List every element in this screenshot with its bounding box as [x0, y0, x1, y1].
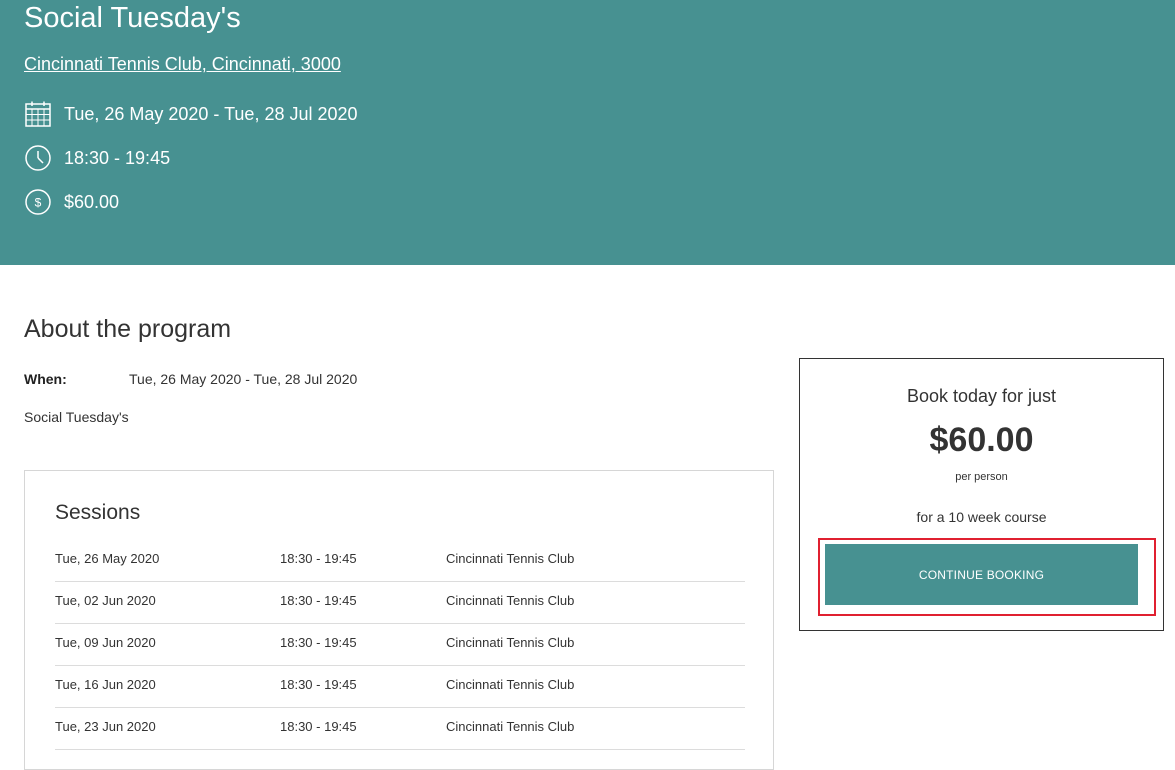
session-venue: Cincinnati Tennis Club	[446, 677, 575, 692]
program-title: Social Tuesday's	[24, 2, 241, 34]
when-label: When:	[24, 371, 67, 387]
session-date: Tue, 02 Jun 2020	[55, 593, 156, 608]
booking-price: $60.00	[929, 421, 1034, 459]
when-value: Tue, 26 May 2020 - Tue, 28 Jul 2020	[129, 371, 358, 387]
continue-booking-button[interactable]: CONTINUE BOOKING	[825, 544, 1138, 605]
date-range-row: Tue, 26 May 2020 - Tue, 28 Jul 2020	[24, 100, 358, 128]
table-row: Tue, 23 Jun 2020 18:30 - 19:45 Cincinnat…	[55, 707, 745, 750]
booking-per-person: per person	[955, 471, 1008, 483]
session-venue: Cincinnati Tennis Club	[446, 635, 575, 650]
sessions-panel: Sessions Tue, 26 May 2020 18:30 - 19:45 …	[24, 470, 774, 770]
calendar-icon	[24, 100, 52, 128]
session-time: 18:30 - 19:45	[280, 551, 357, 566]
session-venue: Cincinnati Tennis Club	[446, 593, 575, 608]
booking-panel: Book today for just $60.00 per person fo…	[799, 358, 1164, 631]
location-link[interactable]: Cincinnati Tennis Club, Cincinnati, 3000	[24, 54, 341, 75]
session-date: Tue, 09 Jun 2020	[55, 635, 156, 650]
time-row: 18:30 - 19:45	[24, 144, 170, 172]
table-row: Tue, 02 Jun 2020 18:30 - 19:45 Cincinnat…	[55, 581, 745, 624]
session-time: 18:30 - 19:45	[280, 719, 357, 734]
booking-lead-text: Book today for just	[906, 386, 1057, 406]
svg-text:$: $	[35, 196, 42, 210]
session-date: Tue, 26 May 2020	[55, 551, 160, 566]
dollar-icon: $	[24, 188, 52, 216]
sessions-title: Sessions	[55, 501, 141, 524]
program-description: Social Tuesday's	[24, 409, 129, 425]
session-venue: Cincinnati Tennis Club	[446, 551, 575, 566]
session-time: 18:30 - 19:45	[280, 677, 357, 692]
clock-icon	[24, 144, 52, 172]
date-range-text: Tue, 26 May 2020 - Tue, 28 Jul 2020	[64, 103, 358, 124]
session-date: Tue, 23 Jun 2020	[55, 719, 156, 734]
time-text: 18:30 - 19:45	[64, 147, 171, 168]
table-row: Tue, 16 Jun 2020 18:30 - 19:45 Cincinnat…	[55, 665, 745, 708]
program-header: Social Tuesday's Cincinnati Tennis Club,…	[0, 0, 1175, 265]
about-title: About the program	[24, 315, 232, 343]
session-venue: Cincinnati Tennis Club	[446, 719, 575, 734]
price-row: $ $60.00	[24, 188, 119, 216]
booking-course-length: for a 10 week course	[916, 509, 1047, 525]
session-date: Tue, 16 Jun 2020	[55, 677, 156, 692]
price-text: $60.00	[64, 191, 120, 212]
table-row: Tue, 26 May 2020 18:30 - 19:45 Cincinnat…	[55, 539, 745, 582]
table-row: Tue, 09 Jun 2020 18:30 - 19:45 Cincinnat…	[55, 623, 745, 666]
session-time: 18:30 - 19:45	[280, 635, 357, 650]
session-time: 18:30 - 19:45	[280, 593, 357, 608]
